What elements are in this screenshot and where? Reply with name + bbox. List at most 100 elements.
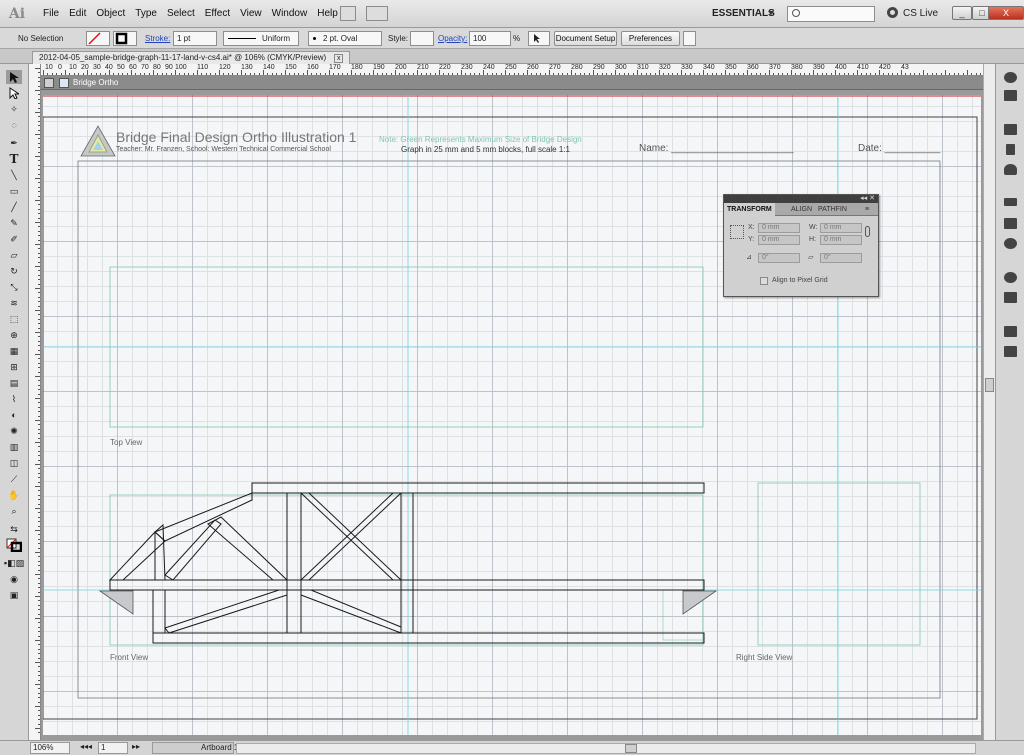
align-pixel-grid-checkbox[interactable]: [760, 277, 768, 285]
preferences-button[interactable]: Preferences: [621, 31, 680, 46]
tab-pathfinder[interactable]: PATHFIN: [815, 203, 850, 216]
stroke-label[interactable]: Stroke:: [145, 28, 170, 49]
lasso-tool-icon[interactable]: ◌: [6, 118, 22, 132]
opacity-input[interactable]: 100: [469, 31, 511, 46]
menu-effect[interactable]: Effect: [200, 0, 235, 28]
menu-window[interactable]: Window: [267, 0, 313, 28]
back-arrow-icon[interactable]: [44, 78, 54, 88]
artboards-panel-icon[interactable]: [1004, 346, 1017, 357]
shape-builder-tool-icon[interactable]: ⊕: [6, 328, 22, 342]
slice-tool-icon[interactable]: ⟋: [6, 472, 22, 486]
artboard-number-input[interactable]: 1: [98, 742, 128, 754]
screen-mode-icon[interactable]: ▣: [6, 588, 22, 602]
panel-header[interactable]: ◂◂ ✕: [724, 195, 878, 203]
horizontal-scroll-thumb[interactable]: [625, 744, 637, 753]
color-mode-icon[interactable]: ▪◧▨: [4, 556, 24, 570]
eyedropper-tool-icon[interactable]: ⌇: [6, 392, 22, 406]
tab-close-icon[interactable]: x: [334, 54, 344, 63]
menu-help[interactable]: Help: [312, 0, 343, 28]
panel-close-icon[interactable]: ◂◂ ✕: [860, 194, 875, 203]
vertical-ruler[interactable]: [29, 64, 41, 740]
line-tool-icon[interactable]: ╲: [6, 168, 22, 182]
opacity-label[interactable]: Opacity:: [438, 28, 467, 49]
tab-transform[interactable]: TRANSFORM: [724, 203, 775, 216]
workspace-switcher[interactable]: ESSENTIALS: [712, 0, 775, 28]
artboard-tool-icon[interactable]: ◫: [6, 456, 22, 470]
vertical-scroll-thumb[interactable]: [985, 378, 994, 392]
layers-panel-icon[interactable]: [1004, 326, 1017, 337]
artboard[interactable]: Bridge Final Design Ortho Illustration 1…: [43, 95, 981, 735]
graphic-style-select[interactable]: [410, 31, 434, 46]
document-canvas[interactable]: Bridge Final Design Ortho Illustration 1…: [41, 90, 983, 740]
menu-object[interactable]: Object: [91, 0, 130, 28]
type-tool-icon[interactable]: T: [6, 152, 22, 166]
menu-select[interactable]: Select: [162, 0, 200, 28]
arrange-documents-button[interactable]: [366, 6, 388, 21]
next-artboard-button[interactable]: ▸▸: [130, 742, 150, 754]
rectangle-tool-icon[interactable]: ▭: [6, 184, 22, 198]
pencil-tool-icon[interactable]: ✎: [6, 216, 22, 230]
constrain-proportions-icon[interactable]: [865, 226, 870, 237]
zoom-select[interactable]: 106%: [30, 742, 70, 754]
w-input[interactable]: 0 mm: [820, 223, 862, 233]
workspace-chevron-icon[interactable]: [768, 11, 774, 15]
color-guide-panel-icon[interactable]: [1004, 90, 1017, 101]
gradient-tool-icon[interactable]: ▤: [6, 376, 22, 390]
zoom-tool-icon[interactable]: ⌕: [6, 504, 22, 518]
perspective-grid-tool-icon[interactable]: ▦: [6, 344, 22, 358]
status-info[interactable]: Artboard 1: [152, 742, 238, 754]
help-search-input[interactable]: [787, 6, 875, 22]
fill-swatch[interactable]: [86, 31, 110, 46]
x-input[interactable]: 0 mm: [758, 223, 800, 233]
blob-brush-tool-icon[interactable]: ✐: [6, 232, 22, 246]
menu-file[interactable]: File: [38, 0, 64, 28]
magic-wand-tool-icon[interactable]: ✧: [6, 102, 22, 116]
gradient-panel-icon[interactable]: [1004, 218, 1017, 229]
bridge-button[interactable]: [340, 6, 356, 21]
document-tab[interactable]: 2012-04-05_sample-bridge-graph-11-17-lan…: [32, 51, 351, 64]
warp-tool-icon[interactable]: ≋: [6, 296, 22, 310]
rotate-tool-icon[interactable]: ↻: [6, 264, 22, 278]
eraser-tool-icon[interactable]: ▱: [6, 248, 22, 262]
tab-align[interactable]: ALIGN: [788, 203, 815, 216]
horizontal-ruler[interactable]: 10 0 10 20 30 40 50 60 70 80 90 100 110 …: [41, 64, 983, 76]
shear-input[interactable]: 0°: [820, 253, 862, 263]
vertical-scrollbar[interactable]: [983, 64, 995, 740]
horizontal-scrollbar[interactable]: [236, 743, 976, 754]
column-graph-tool-icon[interactable]: ▥: [6, 440, 22, 454]
stroke-panel-icon[interactable]: [1004, 198, 1017, 206]
mesh-tool-icon[interactable]: ⊞: [6, 360, 22, 374]
close-window-button[interactable]: X: [988, 6, 1024, 20]
paintbrush-tool-icon[interactable]: ╱: [6, 200, 22, 214]
brush-select[interactable]: 2 pt. Oval: [308, 31, 382, 46]
rotate-input[interactable]: 0°: [758, 253, 800, 263]
symbol-sprayer-tool-icon[interactable]: ✺: [6, 424, 22, 438]
swatches-panel-icon[interactable]: [1004, 124, 1017, 135]
default-colors-icon[interactable]: ⇆: [6, 522, 22, 536]
menu-edit[interactable]: Edit: [64, 0, 91, 28]
y-input[interactable]: 0 mm: [758, 235, 800, 245]
pen-tool-icon[interactable]: ✒: [6, 136, 22, 150]
document-setup-button[interactable]: Document Setup: [554, 31, 617, 46]
reference-point-icon[interactable]: [730, 225, 744, 239]
breadcrumb-layer-name[interactable]: Bridge Ortho: [73, 76, 118, 90]
panel-menu-icon[interactable]: ≡: [862, 203, 872, 216]
symbols-panel-icon[interactable]: [1004, 164, 1017, 175]
fill-stroke-icon[interactable]: [6, 538, 22, 552]
appearance-panel-icon[interactable]: [1004, 272, 1017, 283]
direct-selection-tool-icon[interactable]: [6, 86, 22, 100]
color-panel-icon[interactable]: [1004, 72, 1017, 83]
graphic-styles-panel-icon[interactable]: [1004, 292, 1017, 303]
blend-tool-icon[interactable]: ◐: [6, 408, 22, 422]
brushes-panel-icon[interactable]: [1006, 144, 1015, 155]
stroke-profile-select[interactable]: Uniform: [223, 31, 299, 46]
first-artboard-button[interactable]: ◂◂◂: [78, 742, 96, 754]
h-input[interactable]: 0 mm: [820, 235, 862, 245]
control-bar-menu-button[interactable]: [683, 31, 696, 46]
drawing-mode-icon[interactable]: ◉: [6, 572, 22, 586]
hand-tool-icon[interactable]: ✋: [6, 488, 22, 502]
transform-options-button[interactable]: [528, 31, 550, 46]
menu-view[interactable]: View: [235, 0, 267, 28]
scale-tool-icon[interactable]: ⤡: [6, 280, 22, 294]
stroke-weight-select[interactable]: 1 pt: [173, 31, 217, 46]
